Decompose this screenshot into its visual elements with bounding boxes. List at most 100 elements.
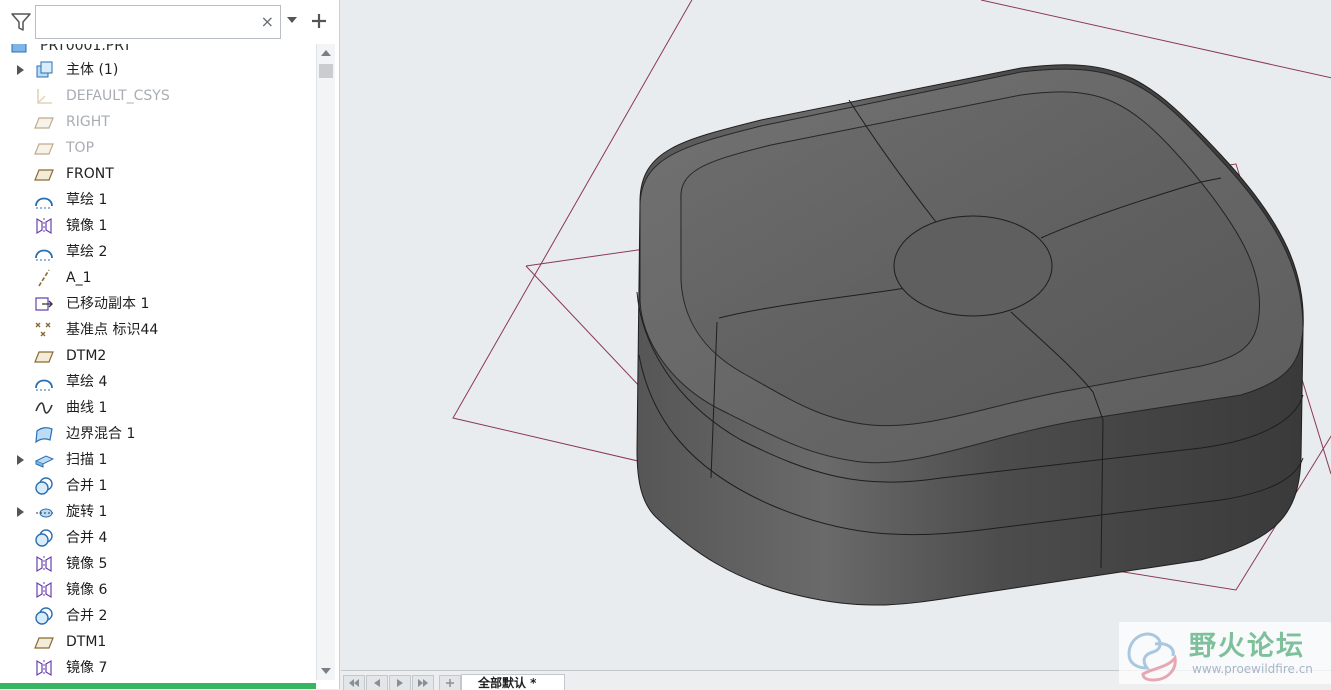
sketch-icon — [35, 379, 53, 391]
tree-scrollbar[interactable] — [316, 44, 335, 680]
body-icon — [36, 61, 53, 78]
last-arrow-icon — [418, 679, 428, 687]
tree-item-label: DTM2 — [66, 348, 107, 364]
tree-item[interactable]: 草绘 4 — [0, 369, 316, 395]
tree-item[interactable]: 边界混合 1 — [0, 421, 316, 447]
datum-point-icon — [35, 322, 51, 337]
first-tab-arrow[interactable] — [343, 675, 365, 690]
tree-item-label: 镜像 7 — [66, 660, 108, 676]
mirror-icon — [36, 217, 52, 235]
tree-item-label: TOP — [66, 140, 95, 156]
tree-search-input[interactable] — [40, 10, 264, 36]
revolve-icon — [36, 508, 53, 518]
prev-tab-arrow[interactable] — [366, 675, 388, 690]
model-body — [636, 64, 1304, 606]
tree-item[interactable]: 旋转 1 — [0, 499, 316, 525]
sketch-icon — [35, 197, 53, 209]
scroll-up-arrow-icon[interactable] — [320, 48, 332, 58]
expand-arrow-icon[interactable] — [16, 455, 25, 465]
tree-item[interactable]: 镜像 6 — [0, 577, 316, 603]
tree-item-label: 曲线 1 — [66, 400, 108, 416]
tree-item[interactable]: 草绘 2 — [0, 239, 316, 265]
mirror-icon — [36, 555, 52, 573]
graphics-viewport[interactable] — [341, 0, 1331, 670]
mirror-icon — [36, 659, 52, 677]
tree-item[interactable]: DTM1 — [0, 629, 316, 655]
datum-plane-icon — [34, 169, 54, 181]
csys-icon — [37, 89, 52, 104]
tree-item-label: 基准点 标识44 — [66, 322, 159, 338]
clear-search-icon[interactable]: × — [261, 13, 274, 31]
tree-item[interactable]: DEFAULT_CSYS — [0, 83, 316, 109]
last-tab-arrow[interactable] — [412, 675, 434, 690]
filter-icon[interactable] — [10, 11, 32, 33]
tree-item-list: 主体 (1) DEFAULT_CSYS RIGHT TOP FRONT 草绘 1 镜像 1 草… — [0, 57, 316, 680]
tree-item[interactable]: 主体 (1) — [0, 57, 316, 83]
model-scene — [452, 0, 1331, 606]
tab-navigation — [343, 675, 462, 690]
flame-logo-icon — [1127, 632, 1177, 682]
tree-item[interactable]: FRONT — [0, 161, 316, 187]
next-tab-arrow[interactable] — [389, 675, 411, 690]
tree-item-label: 镜像 5 — [66, 556, 108, 572]
watermark-url: www.proewildfire.cn — [1192, 662, 1313, 676]
tree-item[interactable]: 镜像 1 — [0, 213, 316, 239]
tree-item-label: 草绘 2 — [66, 244, 108, 260]
tree-item[interactable]: 基准点 标识44 — [0, 317, 316, 343]
first-arrow-icon — [349, 679, 359, 687]
merge-icon — [35, 529, 53, 547]
expand-arrow-icon[interactable] — [16, 507, 25, 517]
merge-icon — [35, 607, 53, 625]
new-tab-button[interactable] — [439, 675, 461, 690]
filter-dropdown-icon[interactable] — [287, 16, 297, 24]
add-icon[interactable] — [309, 11, 329, 31]
tree-item-label: 合并 4 — [66, 530, 108, 546]
tree-item[interactable]: 已移动副本 1 — [0, 291, 316, 317]
tree-item-label: 镜像 1 — [66, 218, 108, 234]
plus-icon — [446, 679, 454, 687]
tree-item[interactable]: 合并 4 — [0, 525, 316, 551]
tree-root-label: PRT0001.PRT — [40, 44, 132, 54]
scroll-thumb[interactable] — [319, 64, 333, 78]
watermark-title: 野火论坛 — [1189, 631, 1305, 662]
sketch-icon — [35, 249, 53, 261]
tree-item[interactable]: 镜像 7 — [0, 655, 316, 680]
tree-item[interactable]: 曲线 1 — [0, 395, 316, 421]
tree-item[interactable]: 合并 1 — [0, 473, 316, 499]
tree-item-label: RIGHT — [66, 114, 110, 130]
tree-item[interactable]: 扫描 1 — [0, 447, 316, 473]
prev-arrow-icon — [374, 679, 380, 687]
expand-arrow-icon[interactable] — [16, 65, 25, 75]
tree-item[interactable]: DTM2 — [0, 343, 316, 369]
tree-item-label: 镜像 6 — [66, 582, 108, 598]
tree-item[interactable]: 镜像 5 — [0, 551, 316, 577]
panel-status-strip — [0, 683, 316, 689]
tree-search-box: × — [35, 5, 281, 39]
sweep-icon — [34, 455, 54, 468]
tree-filter-bar: × — [0, 0, 340, 44]
tree-item[interactable]: TOP — [0, 135, 316, 161]
merge-icon — [35, 477, 53, 495]
tree-item-label: 合并 1 — [66, 478, 108, 494]
tree-item-label: 主体 (1) — [66, 62, 119, 78]
tree-item-label: 旋转 1 — [66, 504, 108, 520]
axis-icon — [38, 269, 50, 287]
view-tab-all-default[interactable]: 全部默认 * — [461, 674, 565, 690]
datum-plane-icon — [34, 351, 54, 363]
model-tree-panel: × PRT0001.PRT 主体 (1) DEFAULT_CSYS RIGHT TOP… — [0, 0, 340, 689]
next-arrow-icon — [397, 679, 403, 687]
part-icon — [11, 44, 27, 53]
scroll-down-arrow-icon[interactable] — [320, 666, 332, 676]
tree-item-label: 草绘 1 — [66, 192, 108, 208]
tree-root-item[interactable]: PRT0001.PRT — [10, 44, 132, 56]
tree-item[interactable]: 草绘 1 — [0, 187, 316, 213]
mirror-icon — [36, 581, 52, 599]
forum-watermark: 野火论坛 www.proewildfire.cn — [1119, 622, 1331, 684]
tree-item-label: DTM1 — [66, 634, 107, 650]
tree-item[interactable]: 合并 2 — [0, 603, 316, 629]
tree-item-label: 合并 2 — [66, 608, 108, 624]
tree-item-label: DEFAULT_CSYS — [66, 88, 170, 104]
datum-plane-icon — [34, 143, 54, 155]
tree-item[interactable]: RIGHT — [0, 109, 316, 135]
tree-item[interactable]: A_1 — [0, 265, 316, 291]
